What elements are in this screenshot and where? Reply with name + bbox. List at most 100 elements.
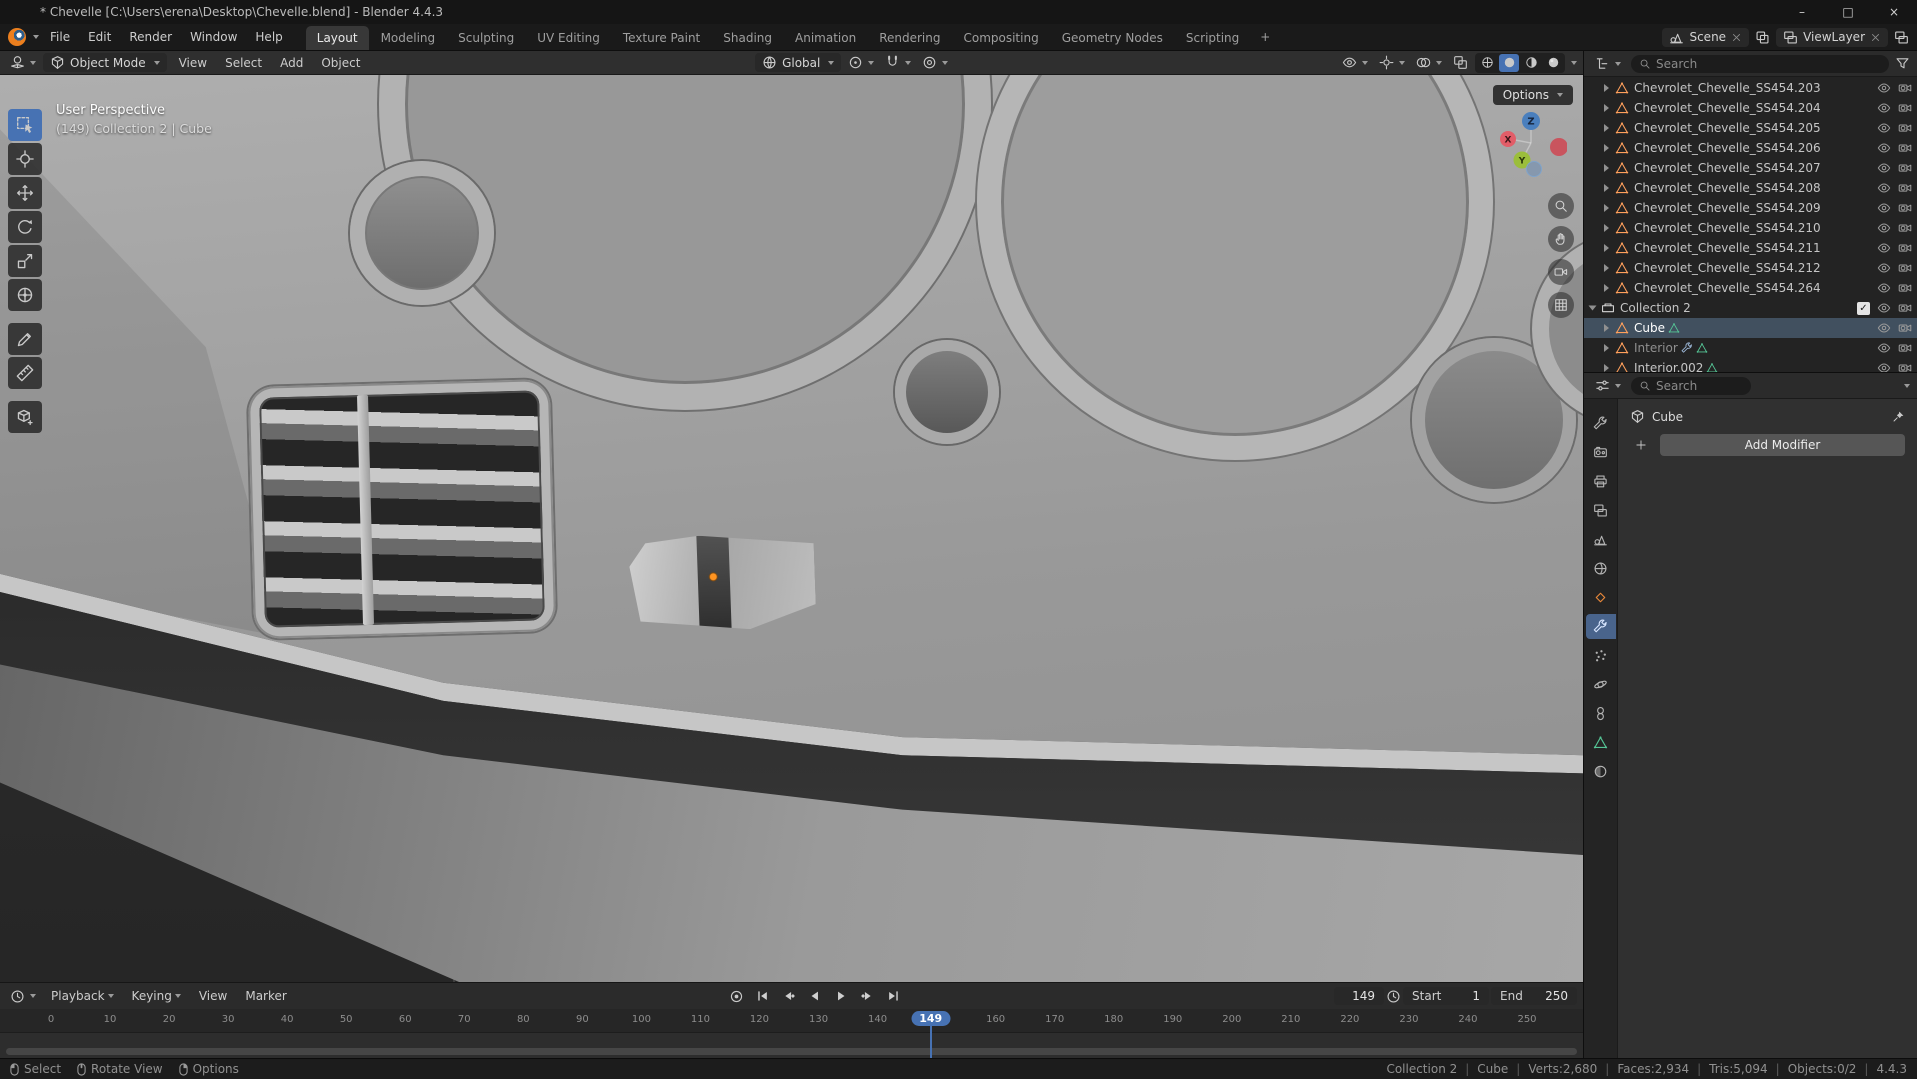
disable-in-renders-icon[interactable] [1898,281,1912,295]
hide-in-viewport-icon[interactable] [1877,301,1891,315]
properties-tab-output[interactable] [1586,469,1616,494]
outliner-editor-type-button[interactable] [1591,54,1625,73]
outliner-row-chevrolet-chevelle-ss454-264[interactable]: Chevrolet_Chevelle_SS454.264 [1584,278,1917,298]
3d-viewport[interactable]: User Perspective (149) Collection 2 | Cu… [0,75,1583,982]
play-reverse-button[interactable] [803,986,827,1006]
tool-add-cube[interactable] [8,401,42,433]
menu-file[interactable]: File [41,27,79,47]
disable-in-renders-icon[interactable] [1898,81,1912,95]
timeline-body[interactable]: 0102030405060708090100110120130140150160… [0,1009,1583,1058]
workspace-tab-geometry-nodes[interactable]: Geometry Nodes [1051,26,1174,50]
workspace-tab-compositing[interactable]: Compositing [952,26,1049,50]
properties-search[interactable] [1631,376,1751,395]
current-frame-field[interactable]: 149 [1334,987,1385,1005]
unlink-scene-icon[interactable] [1731,32,1742,43]
xray-toggle[interactable] [1449,53,1472,72]
viewport-menu-view[interactable]: View [170,53,216,73]
expand-arrow-icon[interactable] [1588,305,1597,311]
hide-in-viewport-icon[interactable] [1877,141,1891,155]
outliner-search-input[interactable] [1656,56,1881,71]
workspace-tab-texture-paint[interactable]: Texture Paint [612,26,711,50]
disable-in-renders-icon[interactable] [1898,261,1912,275]
playhead-frame-badge[interactable]: 149 [911,1011,951,1026]
expand-arrow-icon[interactable] [1604,264,1609,272]
tool-scale[interactable] [8,245,42,277]
new-viewlayer-icon[interactable] [1894,30,1909,45]
minimize-button[interactable]: – [1779,0,1825,24]
workspace-tab-modeling[interactable]: Modeling [370,26,447,50]
expand-arrow-icon[interactable] [1604,324,1609,332]
hide-in-viewport-icon[interactable] [1877,361,1891,372]
hide-in-viewport-icon[interactable] [1877,261,1891,275]
prev-keyframe-button[interactable] [777,986,801,1006]
workspace-tab-uv-editing[interactable]: UV Editing [526,26,611,50]
properties-tab-material[interactable] [1586,759,1616,784]
workspace-tab-rendering[interactable]: Rendering [868,26,951,50]
properties-search-input[interactable] [1656,378,1743,393]
disable-in-renders-icon[interactable] [1898,361,1912,372]
outliner-row-interior[interactable]: Interior [1584,338,1917,358]
camera-nav-button[interactable] [1548,259,1574,285]
visibility-toggle[interactable] [1338,53,1372,72]
menu-help[interactable]: Help [246,27,291,47]
workspace-tab-shading[interactable]: Shading [712,26,783,50]
shading-rendered-button[interactable] [1543,54,1563,72]
shading-material-button[interactable] [1521,54,1541,72]
gizmos-toggle[interactable] [1375,53,1409,72]
outliner-row-chevrolet-chevelle-ss454-203[interactable]: Chevrolet_Chevelle_SS454.203 [1584,78,1917,98]
expand-arrow-icon[interactable] [1604,364,1609,372]
tool-measure[interactable] [8,357,42,389]
outliner-row-collection-2[interactable]: Collection 2 ✓ [1584,298,1917,318]
overlays-toggle[interactable] [1412,53,1446,72]
timeline-menu-playback[interactable]: Playback [42,986,123,1006]
menu-window[interactable]: Window [181,27,246,47]
viewport-menu-object[interactable]: Object [312,53,369,73]
tool-cursor[interactable] [8,143,42,175]
expand-arrow-icon[interactable] [1604,184,1609,192]
properties-tab-render[interactable] [1586,440,1616,465]
remove-viewlayer-icon[interactable] [1870,32,1881,43]
hand-nav-button[interactable] [1548,226,1574,252]
tool-select-box[interactable] [8,109,42,141]
properties-tab-view-layer[interactable] [1586,498,1616,523]
expand-arrow-icon[interactable] [1604,204,1609,212]
frame-end-field[interactable]: End 250 [1491,987,1578,1005]
new-scene-icon[interactable] [1755,30,1770,45]
workspace-tab-animation[interactable]: Animation [784,26,867,50]
properties-tab-modifiers[interactable] [1585,614,1616,639]
auto-keying-button[interactable] [725,986,749,1006]
hide-in-viewport-icon[interactable] [1877,341,1891,355]
scene-selector[interactable]: Scene [1662,27,1750,47]
play-button[interactable] [829,986,853,1006]
disable-in-renders-icon[interactable] [1898,241,1912,255]
disable-in-renders-icon[interactable] [1898,221,1912,235]
expand-arrow-icon[interactable] [1604,144,1609,152]
outliner-search[interactable] [1631,54,1889,73]
hide-in-viewport-icon[interactable] [1877,201,1891,215]
add-modifier-button[interactable]: Add Modifier [1660,434,1905,456]
proportional-editing-toggle[interactable] [918,53,952,72]
mode-dropdown[interactable]: Object Mode [43,53,167,72]
tool-move[interactable] [8,177,42,209]
properties-tab-physics[interactable] [1586,672,1616,697]
editor-type-button[interactable] [6,53,40,72]
shading-solid-button[interactable] [1499,53,1519,72]
close-button[interactable]: × [1871,0,1917,24]
shading-wireframe-button[interactable] [1477,54,1497,72]
hide-in-viewport-icon[interactable] [1877,81,1891,95]
axis-neg-x-ball[interactable] [1550,138,1568,156]
menu-render[interactable]: Render [120,27,181,47]
outliner-row-chevrolet-chevelle-ss454-208[interactable]: Chevrolet_Chevelle_SS454.208 [1584,178,1917,198]
hide-in-viewport-icon[interactable] [1877,181,1891,195]
viewlayer-selector[interactable]: ViewLayer [1776,27,1888,47]
tool-transform[interactable] [8,279,42,311]
shading-dropdown-icon[interactable] [1571,60,1577,65]
expand-arrow-icon[interactable] [1604,164,1609,172]
tool-annotate[interactable] [8,323,42,355]
hide-in-viewport-icon[interactable] [1877,121,1891,135]
exclude-checkbox[interactable]: ✓ [1857,301,1870,315]
hide-in-viewport-icon[interactable] [1877,281,1891,295]
transform-orientation-dropdown[interactable]: Global [755,53,842,72]
disable-in-renders-icon[interactable] [1898,201,1912,215]
grid-nav-button[interactable] [1548,292,1574,318]
